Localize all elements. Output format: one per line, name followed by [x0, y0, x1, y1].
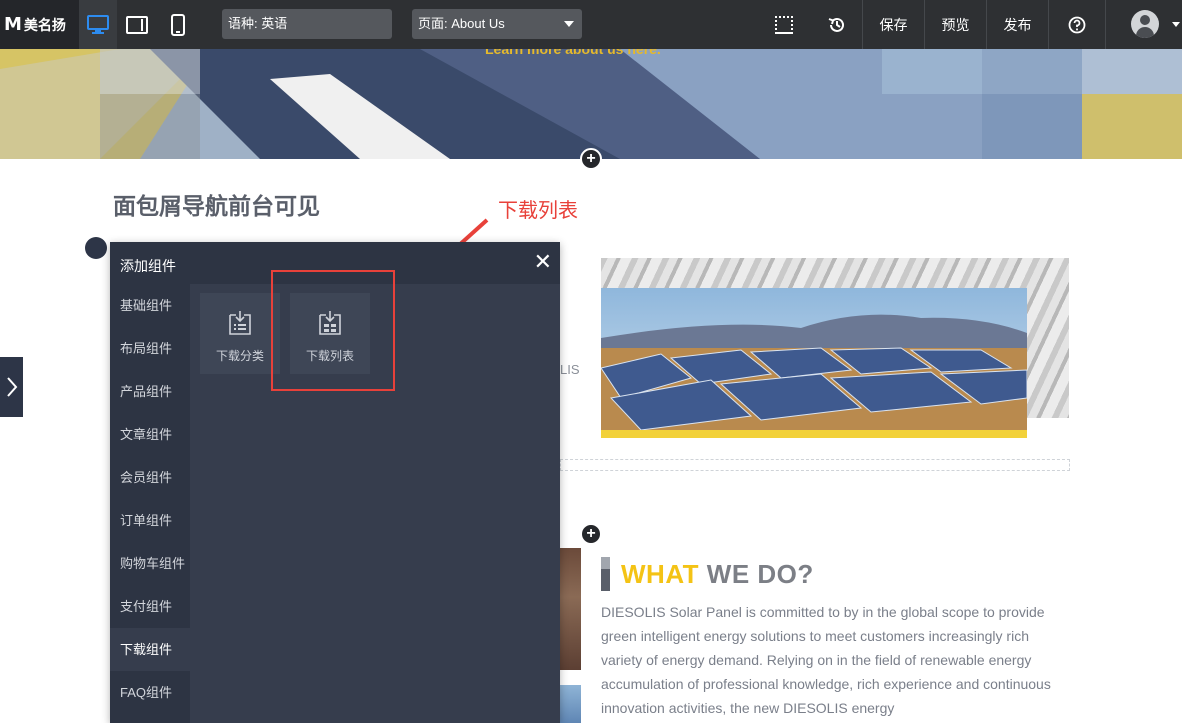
nav-item-member[interactable]: 会员组件: [110, 456, 190, 499]
side-photo: [560, 685, 581, 723]
nav-item-basic[interactable]: 基础组件: [110, 284, 190, 327]
save-button[interactable]: 保存: [862, 0, 924, 49]
mobile-view-button[interactable]: [159, 0, 197, 49]
partial-text: LIS: [560, 362, 580, 377]
grid-toggle-button[interactable]: [764, 0, 804, 49]
logo: M 美名扬: [0, 0, 79, 49]
chevron-down-icon[interactable]: [1172, 22, 1180, 27]
history-icon: [828, 17, 844, 32]
annotation-highlight-box: [271, 270, 395, 391]
side-photo: [560, 548, 581, 670]
download-category-icon: [229, 311, 251, 335]
component-category-nav: 基础组件 布局组件 产品组件 文章组件 会员组件 订单组件 购物车组件 支付组件…: [110, 284, 190, 723]
component-download-category[interactable]: 下载分类: [200, 293, 280, 374]
add-section-button[interactable]: +: [580, 523, 602, 545]
chevron-down-icon: [564, 21, 574, 27]
avatar-head: [1140, 15, 1150, 25]
page-value: About Us: [451, 16, 505, 31]
page-select[interactable]: 页面: About Us: [412, 9, 582, 39]
add-section-button[interactable]: +: [580, 148, 602, 170]
anchor-dot[interactable]: [85, 237, 107, 259]
avatar[interactable]: [1131, 10, 1159, 38]
mobile-icon: [171, 13, 185, 36]
top-toolbar: M 美名扬 语种: 英语 页面: About Us 保存 预览 发布: [0, 0, 1182, 49]
section-accent-bar: [601, 557, 610, 591]
close-icon[interactable]: ✕: [534, 251, 552, 273]
annotation-label: 下载列表: [498, 200, 578, 222]
solar-roof-image: [0, 49, 1182, 159]
chevron-right-icon: [6, 377, 17, 397]
title-rest: WE DO?: [706, 559, 814, 589]
logo-text: 美名扬: [23, 16, 66, 33]
title-highlight: WHAT: [621, 559, 700, 589]
photo-accent-bar: [601, 430, 1027, 438]
component-label: 下载分类: [215, 349, 264, 363]
breadcrumb-title: 面包屑导航前台可见: [113, 193, 320, 219]
language-label: 语种:: [228, 16, 258, 31]
section-title: WHAT WE DO?: [621, 559, 814, 590]
desktop-icon: [87, 14, 109, 34]
solar-field-photo: [601, 288, 1027, 430]
nav-item-order[interactable]: 订单组件: [110, 499, 190, 542]
preview-button[interactable]: 预览: [924, 0, 986, 49]
nav-item-download[interactable]: 下载组件: [110, 628, 190, 671]
expand-sidebar-button[interactable]: [0, 357, 23, 417]
history-button[interactable]: [817, 0, 857, 49]
hero-text: Learn more about us here.: [485, 49, 661, 55]
avatar-body: [1136, 27, 1154, 38]
nav-item-article[interactable]: 文章组件: [110, 413, 190, 456]
tablet-icon: [126, 15, 148, 34]
panel-title: 添加组件: [120, 258, 176, 274]
publish-button[interactable]: 发布: [986, 0, 1048, 49]
logo-mark: M: [4, 14, 22, 35]
desktop-view-button[interactable]: [79, 0, 117, 49]
nav-item-layout[interactable]: 布局组件: [110, 327, 190, 370]
page-label: 页面:: [418, 16, 448, 31]
tablet-view-button[interactable]: [118, 0, 156, 49]
help-icon: [1068, 16, 1086, 33]
section-paragraph: DIESOLIS Solar Panel is committed to by …: [601, 604, 1051, 716]
help-button[interactable]: [1048, 0, 1106, 49]
hero-banner-image: [0, 49, 1182, 159]
drop-zone-outline: [560, 459, 1070, 471]
nav-item-faq[interactable]: FAQ组件: [110, 671, 190, 714]
nav-item-product[interactable]: 产品组件: [110, 370, 190, 413]
language-value: 英语: [261, 16, 288, 31]
nav-item-cart[interactable]: 购物车组件: [110, 542, 190, 585]
language-select[interactable]: 语种: 英语: [222, 9, 392, 39]
nav-item-payment[interactable]: 支付组件: [110, 585, 190, 628]
grid-icon: [775, 15, 793, 34]
